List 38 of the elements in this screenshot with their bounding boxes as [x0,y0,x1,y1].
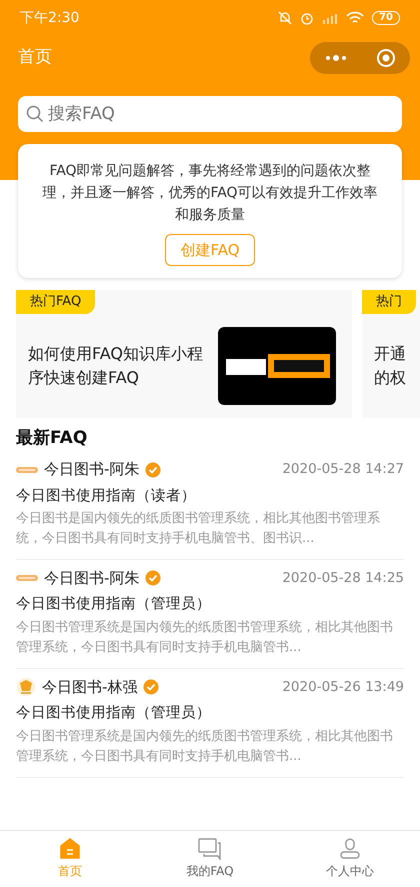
faq-title: 今日图书使用指南（管理员） [16,704,212,723]
wifi-icon [346,11,364,25]
faq-title: 今日图书使用指南（管理员） [16,595,212,614]
capsule-menu[interactable] [310,42,410,74]
avatar-icon [16,677,36,697]
hot-faq-title: 开通的权 [374,343,407,389]
hot-faq-card[interactable]: 热门FAQ 如何使用FAQ知识库小程序快速创建FAQ [16,290,352,418]
author-name: 今日图书-林强 [42,676,138,698]
search-field[interactable]: 搜索FAQ [18,96,402,132]
alarm-icon [300,11,314,25]
signal-icon [322,12,338,24]
faq-list-item[interactable]: 今日图书-阿朱 2020-05-28 14:25 今日图书使用指南（管理员） 今日图书管理系统是国内领先的纸质图书管理系统，相比其他图书管理系统，今日图书具有同时支持手机电脑管书... [16,560,404,669]
more-icon[interactable] [324,55,346,61]
battery-indicator: 70 [372,11,400,25]
intro-text: FAQ即常见问题解答，事先将经常遇到的问题依次整理，并且逐一解答，优秀的FAQ可以有效提升工作效率和服务质量 [41,162,379,225]
faq-list-item[interactable]: 今日图书-阿朱 2020-05-28 14:27 今日图书使用指南（读者） 今日图书是国内领先的纸质图书管理系统，相比其他图书管理系统，今日图书具有同时支持手机电脑管书、图书识... [16,452,404,560]
page-title: 首页 [18,46,52,70]
tab-bar-item[interactable]: 我的FAQ [140,831,280,887]
search-icon [26,105,44,123]
author-name: 今日图书-阿朱 [44,568,140,589]
close-icon[interactable] [376,48,396,68]
hot-tag: 热门 [362,290,416,314]
hot-faq-title: 如何使用FAQ知识库小程序快速创建FAQ [28,343,204,389]
hot-faq-card[interactable]: 热门 开通的权 [362,290,420,418]
author-name: 今日图书-阿朱 [44,459,140,480]
section-title: 最新FAQ [15,427,88,450]
post-time: 2020-05-26 13:49 [282,678,404,697]
faq-title: 今日图书使用指南（读者） [16,486,197,506]
faq-summary: 今日图书管理系统是国内领先的纸质图书管理系统，相比其他图书管理系统，今日图书具有同时支持手机电脑管书... [16,728,394,766]
hot-tag: 热门FAQ [16,290,96,314]
faq-summary: 今日图书是国内领先的纸质图书管理系统，相比其他图书管理系统，今日图书具有同时支持手机电脑管书、图书识... [16,510,381,548]
faq-summary: 今日图书管理系统是国内领先的纸质图书管理系统，相比其他图书管理系统，今日图书具有同时支持手机电脑管书... [16,619,394,657]
bell-muted-icon [278,11,292,25]
status-time: 下午2:30 [20,8,80,28]
post-time: 2020-05-28 14:27 [282,460,404,480]
post-time: 2020-05-28 14:25 [282,569,404,588]
tab-bar-item[interactable]: 个人中心 [280,831,420,887]
faq-list-item[interactable]: 今日图书-林强 2020-05-26 13:49 今日图书使用指南（管理员） 今日图书管理系统是国内领先的纸质图书管理系统，相比其他图书管理系统，今日图书具有同时支持手机电脑管书... [16,669,404,778]
